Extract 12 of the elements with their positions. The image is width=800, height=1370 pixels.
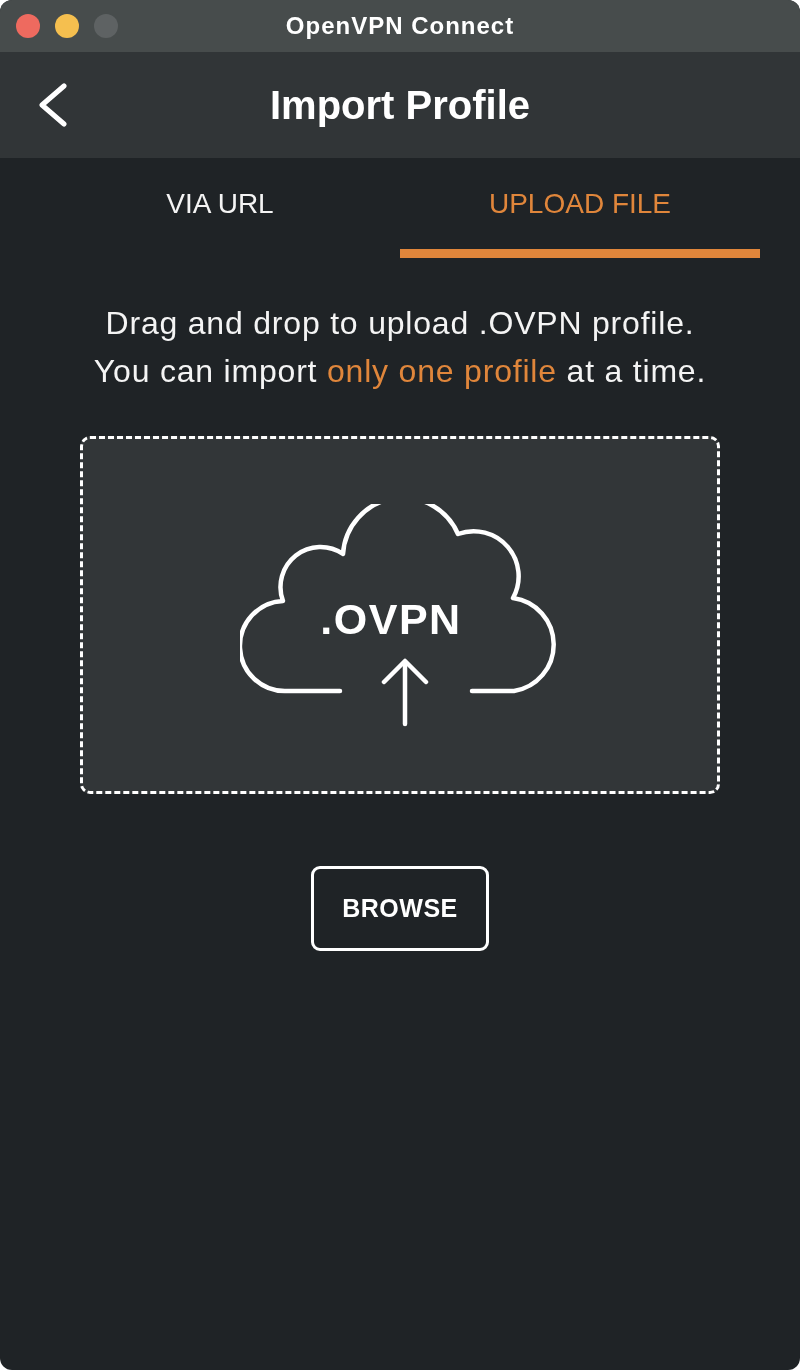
close-button[interactable] [16,14,40,38]
browse-button[interactable]: BROWSE [311,866,489,951]
page-title: Import Profile [270,82,530,128]
instruction-text: You can import only one profile at a time. [92,352,708,391]
window-title: OpenVPN Connect [285,12,515,40]
file-type-label: .OVPN [319,598,463,641]
drop-zone[interactable]: .OVPN [80,436,720,794]
chevron-left-icon[interactable] [38,83,68,127]
instruction-text: Drag and drop to upload .OVPN profile. [104,304,696,343]
minimize-button[interactable] [55,14,79,38]
tab[interactable]: UPLOAD FILE [400,158,760,258]
tab[interactable]: VIA URL [40,158,400,258]
